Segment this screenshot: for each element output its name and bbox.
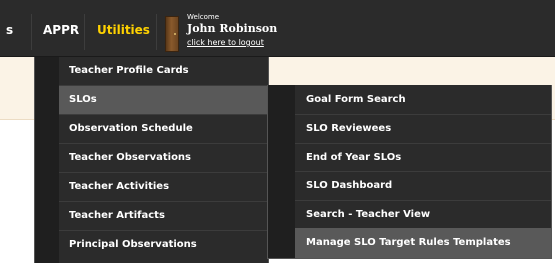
- menu-item-teacher-activities[interactable]: Teacher Activities: [59, 173, 268, 201]
- menu-item-teacher-artifacts[interactable]: Teacher Artifacts: [59, 202, 268, 230]
- submenu-item-goal-form-search[interactable]: Goal Form Search: [295, 85, 551, 114]
- slos-submenu: Goal Form Search SLO Reviewees End of Ye…: [267, 85, 552, 259]
- menu-item-teacher-observations[interactable]: Teacher Observations: [59, 144, 268, 172]
- user-name: John Robinson: [187, 22, 278, 35]
- submenu-item-end-of-year-slos[interactable]: End of Year SLOs: [295, 143, 551, 172]
- nav-divider: [84, 14, 85, 50]
- menu-icon-strip: [35, 57, 59, 263]
- submenu-item-search-teacher-view[interactable]: Search - Teacher View: [295, 200, 551, 229]
- submenu-item-slo-reviewees[interactable]: SLO Reviewees: [295, 114, 551, 143]
- menu-item-principal-observations[interactable]: Principal Observations: [59, 231, 268, 259]
- nav-item-truncated[interactable]: s: [6, 0, 13, 56]
- logout-link[interactable]: click here to logout: [187, 38, 264, 48]
- nav-divider: [156, 14, 157, 50]
- top-navigation-bar: s APPR Utilities Welcome John Robinson c…: [0, 0, 555, 57]
- nav-item-appr[interactable]: APPR: [43, 0, 79, 56]
- menu-item-slos[interactable]: SLOs: [59, 86, 268, 114]
- door-icon: [165, 16, 179, 52]
- nav-item-utilities[interactable]: Utilities: [97, 0, 150, 56]
- submenu-icon-strip: [268, 85, 295, 258]
- welcome-label: Welcome: [187, 13, 220, 21]
- menu-item-observation-schedule[interactable]: Observation Schedule: [59, 115, 268, 143]
- menu-item-teacher-profile-cards[interactable]: Teacher Profile Cards: [59, 57, 268, 85]
- submenu-item-slo-dashboard[interactable]: SLO Dashboard: [295, 171, 551, 200]
- submenu-item-manage-slo-target-rules-templates[interactable]: Manage SLO Target Rules Templates: [295, 228, 551, 258]
- nav-divider: [31, 14, 32, 50]
- utilities-dropdown-menu: Teacher Profile Cards SLOs Observation S…: [34, 57, 269, 263]
